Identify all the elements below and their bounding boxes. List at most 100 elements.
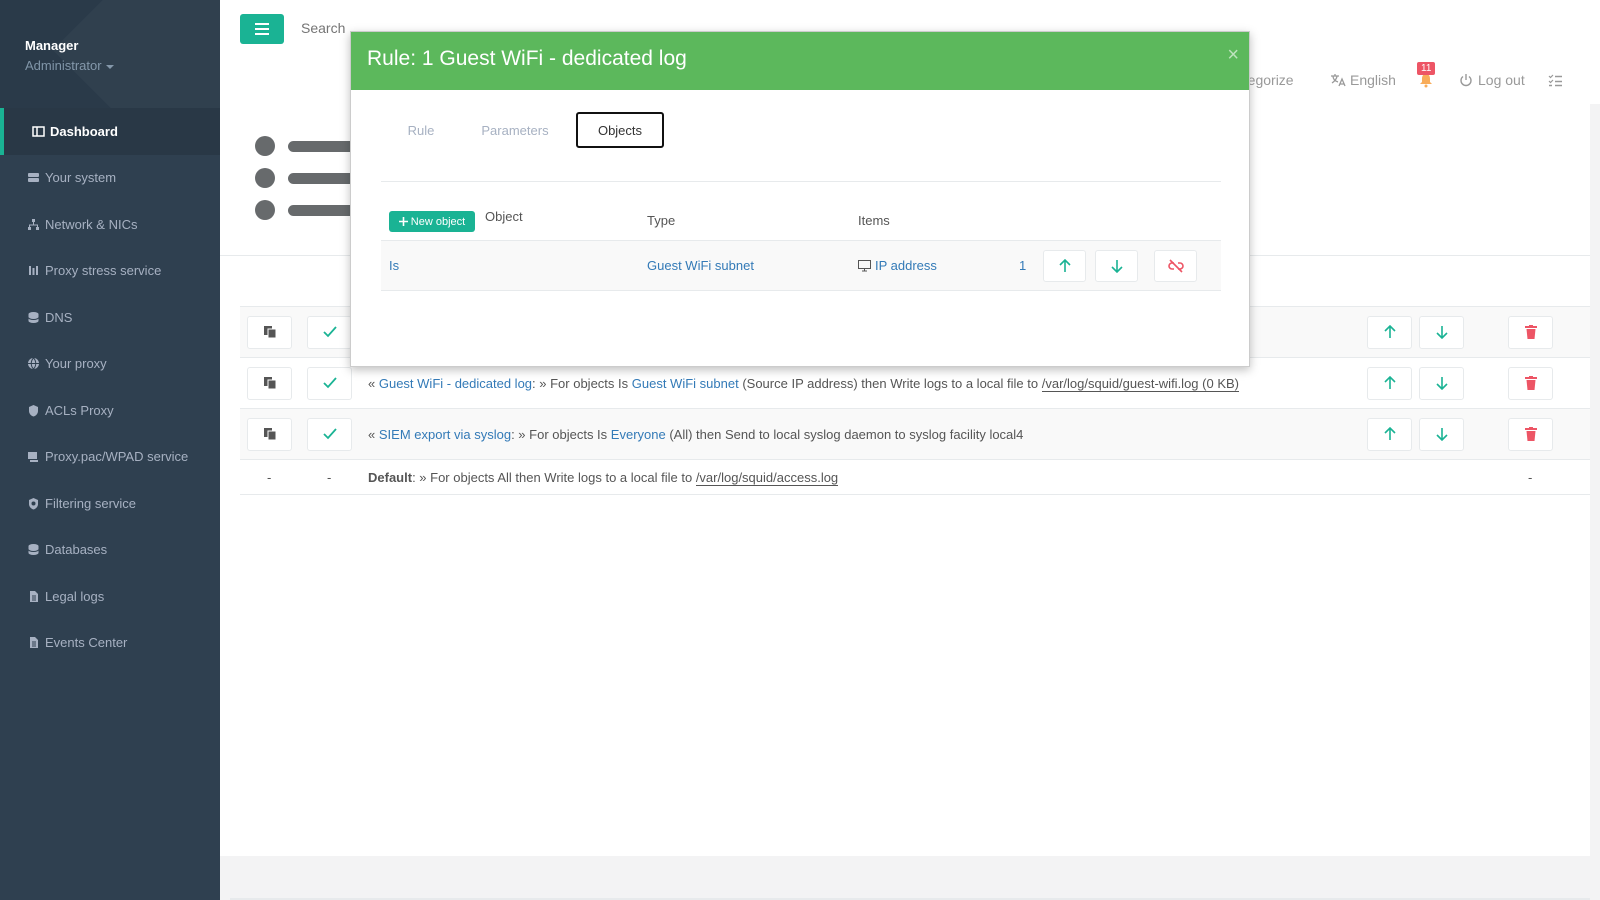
tasks-button[interactable] (1548, 70, 1563, 90)
copy-button[interactable] (247, 315, 292, 349)
profile-name: Manager (25, 38, 79, 53)
sidebar-item-filtering[interactable]: Filtering service (0, 480, 220, 527)
object-items-link[interactable]: IP address (858, 258, 937, 273)
sidebar-item-proxy-pac[interactable]: Proxy.pac/WPAD service (0, 434, 220, 481)
language-label[interactable]: English (1350, 72, 1396, 88)
column-header-object: Object (485, 209, 523, 224)
language-selector[interactable]: English (1330, 70, 1396, 90)
file-icon (27, 636, 40, 649)
enable-toggle-button[interactable] (307, 315, 352, 349)
loading-placeholder (255, 200, 358, 220)
logout-label[interactable]: Log out (1478, 72, 1525, 88)
profile-block: Manager Administrator (0, 0, 220, 108)
rule-name-link[interactable]: SIEM export via syslog (379, 427, 511, 442)
trash-icon (1524, 427, 1537, 441)
loading-placeholder (255, 168, 358, 188)
delete-button[interactable] (1508, 315, 1553, 349)
empty-cell: - (267, 469, 272, 485)
move-up-button[interactable] (1367, 417, 1412, 451)
rule-object-link[interactable]: Everyone (611, 427, 666, 442)
copy-button[interactable] (247, 366, 292, 400)
sidebar-item-acls-proxy[interactable]: ACLs Proxy (0, 387, 220, 434)
rule-name-link[interactable]: Guest WiFi - dedicated log (379, 376, 532, 391)
rule-modal: Rule: 1 Guest WiFi - dedicated log × Rul… (350, 31, 1250, 367)
plus-icon (398, 217, 408, 226)
computer-icon (27, 450, 40, 463)
shield-icon (27, 404, 40, 417)
object-move-up-button[interactable] (1043, 250, 1086, 282)
objects-table-header: New object Object Type Items (381, 176, 1221, 241)
rule-log-path-link[interactable]: /var/log/squid/guest-wifi.log (0 KB) (1041, 375, 1239, 392)
trash-icon (1524, 376, 1537, 390)
modal-tabs: Rule Parameters Objects (381, 112, 1221, 182)
empty-cell: - (327, 469, 332, 485)
enable-toggle-button[interactable] (307, 417, 352, 451)
database-icon (27, 311, 40, 324)
network-icon (27, 218, 40, 231)
tab-objects[interactable]: Objects (576, 112, 664, 148)
sidebar-item-label: Events Center (45, 635, 128, 651)
tab-parameters[interactable]: Parameters (475, 112, 555, 148)
object-move-down-button[interactable] (1095, 250, 1138, 282)
move-down-button[interactable] (1419, 366, 1464, 400)
translate-icon (1331, 74, 1346, 87)
copy-button[interactable] (247, 417, 292, 451)
sidebar-item-proxy-stress[interactable]: Proxy stress service (0, 248, 220, 295)
sidebar-item-label: Your proxy (45, 356, 107, 372)
arrow-up-icon (1383, 427, 1396, 440)
default-rule-description: Default: » For objects All then Write lo… (368, 469, 839, 486)
table-row: « SIEM export via syslog: » For objects … (240, 408, 1590, 459)
check-icon (322, 377, 337, 389)
move-down-button[interactable] (1419, 417, 1464, 451)
sidebar-item-dns[interactable]: DNS (0, 294, 220, 341)
sidebar-item-events-center[interactable]: Events Center (0, 620, 220, 667)
arrow-down-icon (1435, 326, 1448, 339)
rule-open-quote: « (368, 426, 376, 442)
copy-icon (263, 428, 276, 441)
object-type-link[interactable]: Guest WiFi subnet (647, 258, 754, 273)
logout-button[interactable]: Log out (1459, 70, 1525, 90)
sidebar-item-label: Your system (45, 170, 117, 186)
profile-role[interactable]: Administrator (25, 58, 102, 73)
sidebar-item-label: Databases (45, 542, 108, 558)
enable-toggle-button[interactable] (307, 366, 352, 400)
rule-object-link[interactable]: Guest WiFi subnet (632, 376, 739, 391)
unlink-object-button[interactable] (1154, 250, 1197, 282)
new-object-button[interactable]: New object (389, 211, 475, 232)
delete-button[interactable] (1508, 417, 1553, 451)
close-button[interactable]: × (1227, 44, 1239, 67)
delete-button[interactable] (1508, 366, 1553, 400)
sidebar-item-your-system[interactable]: Your system (0, 155, 220, 202)
trash-icon (1524, 325, 1537, 339)
move-up-button[interactable] (1367, 366, 1412, 400)
copy-icon (263, 377, 276, 390)
sidebar-item-dashboard[interactable]: Dashboard (0, 108, 220, 155)
default-rule-row: - - Default: » For objects All then Writ… (240, 459, 1590, 495)
monitor-icon (858, 259, 871, 271)
sidebar-item-your-proxy[interactable]: Your proxy (0, 341, 220, 388)
new-object-label[interactable]: New object (411, 216, 465, 228)
move-down-button[interactable] (1419, 315, 1464, 349)
modal-header: Rule: 1 Guest WiFi - dedicated log × (351, 32, 1249, 90)
menu-toggle-button[interactable] (240, 14, 284, 44)
sidebar-item-network[interactable]: Network & NICs (0, 201, 220, 248)
move-up-button[interactable] (1367, 315, 1412, 349)
object-items-label[interactable]: IP address (875, 258, 937, 273)
tab-rule[interactable]: Rule (401, 112, 441, 148)
stress-icon (27, 264, 40, 277)
sidebar-nav: Dashboard Your system Network & NICs Pro… (0, 108, 220, 666)
rule-text-part: : » For objects Is (511, 426, 608, 442)
object-operator-link[interactable]: Is (389, 258, 399, 273)
arrow-down-icon (1435, 377, 1448, 390)
arrow-down-icon (1435, 428, 1448, 441)
sidebar-item-label: Proxy.pac/WPAD service (45, 449, 189, 465)
sidebar-item-databases[interactable]: Databases (0, 527, 220, 574)
copy-icon (263, 326, 276, 339)
notification-count-badge: 11 (1417, 62, 1436, 75)
default-label: Default (368, 469, 413, 485)
column-header-items: Items (858, 213, 890, 228)
profile-role-dropdown[interactable]: Administrator (25, 58, 114, 73)
default-log-path-link[interactable]: /var/log/squid/access.log (695, 469, 839, 486)
dashboard-icon (32, 125, 45, 138)
sidebar-item-legal-logs[interactable]: Legal logs (0, 573, 220, 620)
